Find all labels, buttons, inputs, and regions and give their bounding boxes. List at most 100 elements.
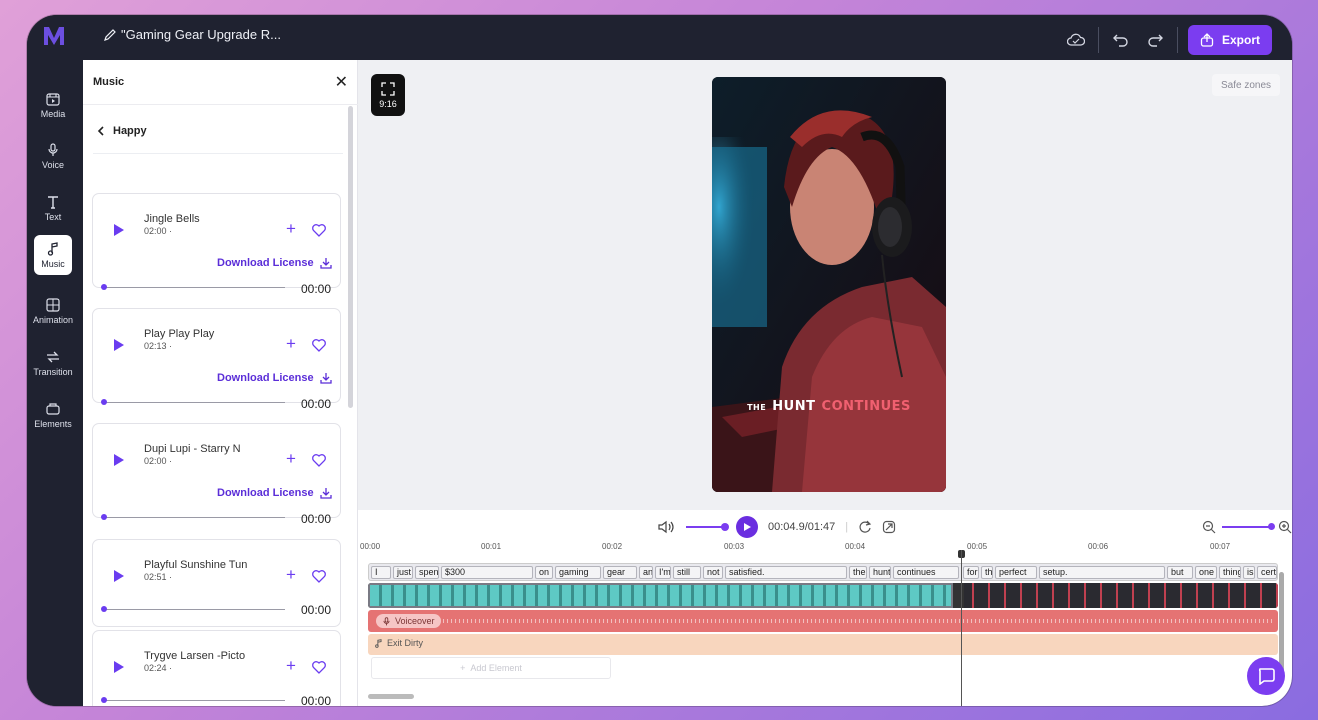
caption-word-chip[interactable]: gaming: [555, 566, 601, 579]
track-card[interactable]: Play Play Play 02:13 · + Download Licens…: [92, 308, 341, 411]
play-icon[interactable]: [114, 661, 124, 673]
caption-word-chip[interactable]: $300: [441, 566, 533, 579]
caption-word-chip[interactable]: I: [371, 566, 391, 579]
add-track-icon[interactable]: +: [286, 335, 296, 353]
sidebar-item-text[interactable]: Text: [34, 188, 72, 228]
redo-icon[interactable]: [1143, 28, 1167, 52]
track-progress-handle[interactable]: [101, 606, 107, 612]
volume-slider[interactable]: [686, 523, 729, 531]
timeline-ruler[interactable]: 00:00 00:01 00:02 00:03 00:04 00:05 00:0…: [358, 542, 1292, 556]
play-icon[interactable]: [114, 339, 124, 351]
caption-word-chip[interactable]: cert: [1257, 566, 1277, 579]
caption-word-chip[interactable]: hunt: [869, 566, 891, 579]
caption-word-chip[interactable]: spent: [415, 566, 439, 579]
track-progress-bar[interactable]: [105, 517, 285, 518]
add-track-icon[interactable]: +: [286, 657, 296, 675]
caption-word-chip[interactable]: the: [981, 566, 993, 579]
play-button[interactable]: [736, 516, 758, 538]
add-track-icon[interactable]: +: [286, 566, 296, 584]
download-license-link[interactable]: Download License: [217, 487, 332, 499]
caption-word-chip[interactable]: still: [673, 566, 701, 579]
track-progress-handle[interactable]: [101, 284, 107, 290]
category-back-button[interactable]: Happy: [97, 125, 147, 137]
caption-word-chip[interactable]: continues: [893, 566, 959, 579]
safe-zones-button[interactable]: Safe zones: [1212, 74, 1280, 96]
track-progress-bar[interactable]: [105, 700, 285, 701]
caption-word-chip[interactable]: and: [639, 566, 653, 579]
sidebar-item-media[interactable]: Media: [34, 85, 72, 125]
voiceover-track[interactable]: Voiceover: [368, 610, 1278, 632]
heart-icon[interactable]: [311, 659, 327, 675]
video-track[interactable]: [368, 583, 1278, 608]
sidebar-item-elements[interactable]: Elements: [34, 395, 72, 435]
caption-word-chip[interactable]: just: [393, 566, 413, 579]
caption-word-chip[interactable]: is: [1243, 566, 1255, 579]
sidebar-item-music[interactable]: Music: [34, 235, 72, 275]
caption-word-chip[interactable]: but: [1167, 566, 1193, 579]
play-icon[interactable]: [114, 570, 124, 582]
play-icon[interactable]: [114, 224, 124, 236]
video-clip-selected[interactable]: [368, 583, 953, 608]
pencil-icon[interactable]: [103, 28, 117, 42]
caption-word-chip[interactable]: not: [703, 566, 723, 579]
heart-icon[interactable]: [311, 568, 327, 584]
cloud-save-icon[interactable]: [1064, 28, 1088, 52]
track-card[interactable]: Trygve Larsen -Picto 02:24 · + 00:00: [92, 630, 341, 706]
add-track-icon[interactable]: +: [286, 220, 296, 238]
timeline-horizontal-scrollbar[interactable]: [368, 694, 414, 699]
add-element-button[interactable]: + Add Element: [371, 657, 611, 679]
caption-word-chip[interactable]: setup.: [1039, 566, 1165, 579]
zoom-in-icon[interactable]: [1278, 520, 1292, 534]
heart-icon[interactable]: [311, 337, 327, 353]
caption-word-chip[interactable]: satisfied.: [725, 566, 847, 579]
track-card[interactable]: Dupi Lupi - Starry N 02:00 · + Download …: [92, 423, 341, 526]
heart-icon[interactable]: [311, 222, 327, 238]
download-license-link[interactable]: Download License: [217, 257, 332, 269]
project-title[interactable]: "Gaming Gear Upgrade R...: [121, 27, 281, 42]
project-title-area[interactable]: "Gaming Gear Upgrade R...: [103, 27, 281, 42]
music-track[interactable]: Exit Dirty: [368, 634, 1278, 655]
track-progress-handle[interactable]: [101, 399, 107, 405]
add-track-icon[interactable]: +: [286, 450, 296, 468]
caption-word-chip[interactable]: on: [535, 566, 553, 579]
sidebar-item-voice[interactable]: Voice: [34, 136, 72, 176]
caption-word-chip[interactable]: the: [849, 566, 867, 579]
video-caption[interactable]: THE HUNT CONTINUES: [712, 395, 946, 414]
zoom-out-icon[interactable]: [1202, 520, 1216, 534]
play-icon[interactable]: [114, 454, 124, 466]
music-panel-scrollbar[interactable]: [348, 106, 353, 408]
track-progress-bar[interactable]: [105, 609, 285, 610]
volume-icon[interactable]: [658, 520, 676, 534]
export-button[interactable]: Export: [1188, 25, 1272, 55]
track-card[interactable]: Jingle Bells 02:00 · + Download License …: [92, 193, 341, 296]
close-icon[interactable]: ✕: [335, 72, 348, 92]
timeline-vertical-scrollbar[interactable]: [1279, 572, 1284, 672]
track-progress-bar[interactable]: [105, 402, 285, 403]
caption-words-track[interactable]: I just spent $300 on gaming gear and I'm…: [368, 563, 1278, 581]
music-note-icon: [47, 241, 58, 256]
track-progress-bar[interactable]: [105, 287, 285, 288]
sidebar-item-transition[interactable]: Transition: [33, 343, 73, 383]
track-progress-handle[interactable]: [101, 514, 107, 520]
video-clip[interactable]: [964, 583, 1278, 608]
track-progress-handle[interactable]: [101, 697, 107, 703]
aspect-ratio-button[interactable]: 9:16: [371, 74, 405, 116]
zoom-slider[interactable]: [1222, 523, 1275, 530]
caption-word-chip[interactable]: I'm: [655, 566, 671, 579]
caption-word-chip[interactable]: thing: [1219, 566, 1241, 579]
caption-word-chip[interactable]: gear: [603, 566, 637, 579]
app-logo[interactable]: [43, 25, 65, 47]
heart-icon[interactable]: [311, 452, 327, 468]
fullscreen-toggle-icon[interactable]: [882, 520, 896, 534]
track-card[interactable]: Playful Sunshine Tun 02:51 · + 00:00: [92, 539, 341, 627]
sidebar-item-animation[interactable]: Animation: [33, 291, 73, 331]
caption-word-chip[interactable]: for: [963, 566, 979, 579]
download-license-link[interactable]: Download License: [217, 372, 332, 384]
loop-icon[interactable]: [858, 520, 872, 534]
caption-word-chip[interactable]: perfect: [995, 566, 1037, 579]
playhead[interactable]: [961, 550, 962, 706]
chat-support-button[interactable]: [1247, 657, 1285, 695]
caption-word-chip[interactable]: one: [1195, 566, 1217, 579]
undo-icon[interactable]: [1109, 28, 1133, 52]
video-preview[interactable]: THE HUNT CONTINUES: [712, 77, 946, 492]
